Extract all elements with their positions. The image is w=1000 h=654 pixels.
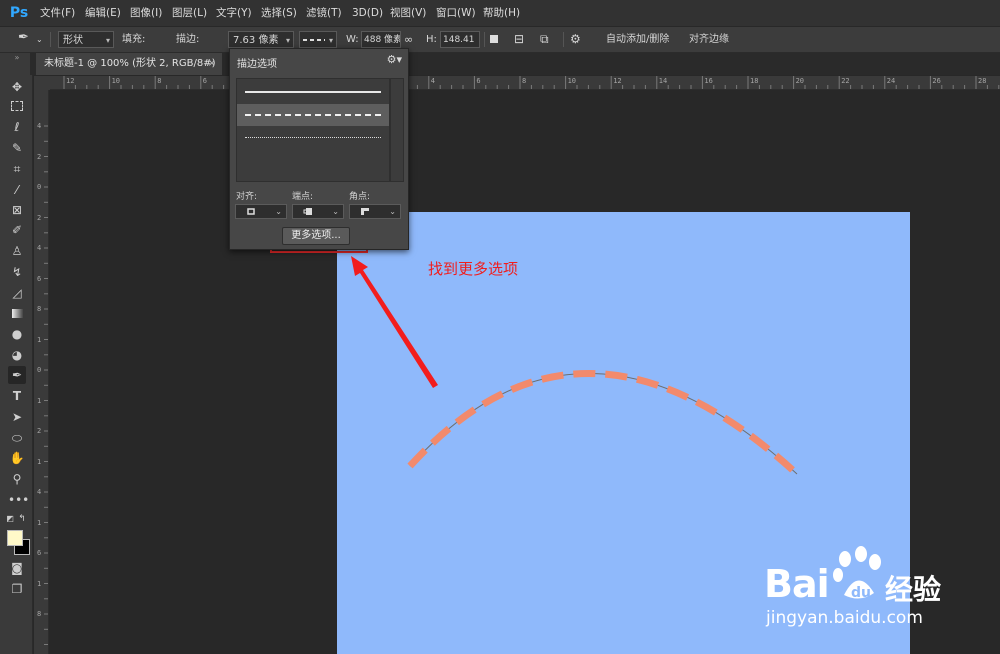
more-options-button[interactable]: 更多选项... xyxy=(282,227,350,245)
stroke-preset-dashed[interactable] xyxy=(237,104,389,126)
caps-select[interactable]: ⌄ xyxy=(292,204,344,219)
stroke-options-panel: 描边选项 ⚙▾ 对齐: 端点: 角点: ⌄ ⌄ ⌄ 更多选项... xyxy=(229,48,409,250)
watermark-brand-suffix: 经验 xyxy=(885,573,942,606)
caps-label: 端点: xyxy=(292,192,314,202)
watermark-url: jingyan.baidu.com xyxy=(766,608,923,628)
gear-icon[interactable]: ⚙▾ xyxy=(387,53,402,66)
panel-title: 描边选项 xyxy=(237,59,277,70)
watermark-brand: Bai xyxy=(764,562,830,606)
solid-line-icon xyxy=(245,91,381,93)
corner-style-icon xyxy=(361,208,369,215)
dotted-line-icon xyxy=(245,137,381,138)
align-inside-icon xyxy=(247,208,255,215)
stroke-preset-list[interactable] xyxy=(236,78,390,182)
paw-logo-icon: du xyxy=(833,546,881,601)
stroke-preset-solid[interactable] xyxy=(237,81,389,103)
chevron-down-icon: ⌄ xyxy=(275,207,282,216)
align-label: 对齐: xyxy=(236,192,258,202)
chevron-down-icon: ⌄ xyxy=(332,207,339,216)
svg-text:du: du xyxy=(851,585,871,601)
stroke-preset-dotted[interactable] xyxy=(237,127,389,149)
align-select[interactable]: ⌄ xyxy=(235,204,287,219)
corners-select[interactable]: ⌄ xyxy=(349,204,401,219)
dashed-line-icon xyxy=(245,114,381,116)
cap-style-icon xyxy=(303,208,312,215)
corners-label: 角点: xyxy=(349,192,371,202)
preset-scrollbar[interactable] xyxy=(390,78,404,182)
chevron-down-icon: ⌄ xyxy=(389,207,396,216)
annotation-text: 找到更多选项 xyxy=(428,260,519,278)
